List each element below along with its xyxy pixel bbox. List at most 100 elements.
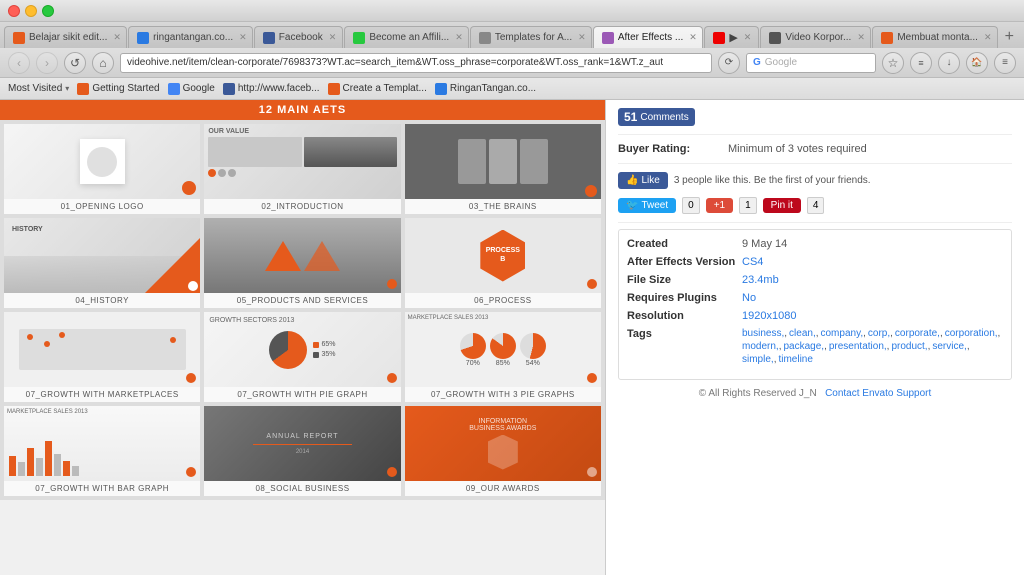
grid-label-11: 08_SOCIAL BUSINESS — [204, 481, 400, 496]
tab-after-effects[interactable]: After Effects ... ✕ — [593, 26, 703, 48]
grid-item-3[interactable]: 03_THE BRAINS — [405, 124, 601, 214]
version-value[interactable]: CS4 — [742, 256, 763, 268]
comments-count: 51 — [624, 110, 637, 124]
tab-membuat[interactable]: Membuat monta... ✕ — [872, 26, 997, 48]
thumbnail-3 — [405, 124, 601, 199]
grid-item-12[interactable]: INFORMATIONBUSINESS AWARDS 09_OUR AWARDS — [405, 406, 601, 496]
tab-close-icon[interactable]: ✕ — [578, 32, 586, 43]
maximize-button[interactable] — [42, 5, 54, 17]
bookmark-facebook[interactable]: http://www.faceb... — [223, 83, 320, 95]
tab-label: Templates for A... — [495, 32, 572, 43]
filesize-value[interactable]: 23.4mb — [742, 274, 779, 286]
tab-close-icon[interactable]: ✕ — [744, 32, 752, 43]
bookmark-most-visited[interactable]: Most Visited ▾ — [8, 83, 69, 94]
plugins-value[interactable]: No — [742, 292, 756, 304]
grid-item-7[interactable]: 07_GROWTH WITH MARKETPLACES — [4, 312, 200, 402]
tab-label: Membuat monta... — [897, 32, 978, 43]
thumbnail-8: GROWTH SECTORS 2013 65% 35% — [204, 312, 400, 387]
home-button[interactable]: ⌂ — [92, 52, 114, 74]
grid-item-10[interactable]: MARKETPLACE SALES 2013 07_GROWTH WITH BA… — [4, 406, 200, 496]
back-button[interactable]: ‹ — [8, 52, 30, 74]
reader-icon[interactable]: ≡ — [910, 52, 932, 74]
nav-bar: ‹ › ↺ ⌂ videohive.net/item/clean-corpora… — [0, 48, 1024, 78]
tag-product[interactable]: product, — [891, 341, 930, 352]
tag-corp[interactable]: corp, — [868, 328, 893, 339]
pin-button[interactable]: Pin it — [763, 198, 801, 213]
refresh-icon[interactable]: ⟳ — [718, 52, 740, 74]
resolution-value[interactable]: 1920x1080 — [742, 310, 796, 322]
download-icon[interactable]: ↓ — [938, 52, 960, 74]
bookmark-ringan[interactable]: RinganTangan.co... — [435, 83, 536, 95]
tab-belajar[interactable]: Belajar sikit edit... ✕ — [4, 26, 127, 48]
grid-label-6: 06_PROCESS — [405, 293, 601, 308]
grid-item-8[interactable]: GROWTH SECTORS 2013 65% 35% 07_GROWTH WI… — [204, 312, 400, 402]
bookmark-create-template[interactable]: Create a Templat... — [328, 83, 427, 95]
bookmark-favicon — [435, 83, 447, 95]
tab-favicon — [353, 32, 365, 44]
tab-ringan[interactable]: ringantangan.co... ✕ — [128, 26, 253, 48]
tab-close-icon[interactable]: ✕ — [239, 32, 247, 43]
grid-item-11[interactable]: ANNUAL REPORT 2014 08_SOCIAL BUSINESS — [204, 406, 400, 496]
tab-favicon — [881, 32, 893, 44]
thumbnail-12: INFORMATIONBUSINESS AWARDS — [405, 406, 601, 481]
tab-close-icon[interactable]: ✕ — [113, 32, 121, 43]
tag-simple[interactable]: simple, — [742, 354, 776, 365]
search-bar[interactable]: G Google — [746, 53, 876, 73]
tweet-icon: 🐦 — [626, 200, 638, 211]
bookmark-label: http://www.faceb... — [238, 83, 320, 94]
reload-button[interactable]: ↺ — [64, 52, 86, 74]
buyer-rating-value: Minimum of 3 votes required — [728, 143, 867, 155]
gplus-button[interactable]: +1 — [706, 198, 733, 213]
tab-become[interactable]: Become an Affili... ✕ — [344, 26, 469, 48]
tweet-label: Tweet — [641, 200, 668, 211]
tag-clean[interactable]: clean, — [789, 328, 818, 339]
tag-business[interactable]: business, — [742, 328, 787, 339]
comments-badge[interactable]: 51 Comments — [618, 108, 695, 126]
new-tab-button[interactable]: + — [999, 26, 1020, 48]
tab-close-icon[interactable]: ✕ — [455, 32, 463, 43]
grid-item-4[interactable]: HISTORY 04_HISTORY — [4, 218, 200, 308]
tab-close-icon[interactable]: ✕ — [984, 32, 992, 43]
tag-corporation[interactable]: corporation, — [945, 328, 1001, 339]
close-button[interactable] — [8, 5, 20, 17]
grid-item-1[interactable]: 01_OPENING LOGO — [4, 124, 200, 214]
tag-timeline[interactable]: timeline — [778, 354, 812, 365]
grid-item-2[interactable]: OUR VALUE 02_INTRODUCTION — [204, 124, 400, 214]
tag-corporate[interactable]: corporate, — [895, 328, 943, 339]
tab-video-corp[interactable]: Video Korpor... ✕ — [760, 26, 871, 48]
address-bar[interactable]: videohive.net/item/clean-corporate/76983… — [120, 53, 712, 73]
tag-package[interactable]: package, — [783, 341, 826, 352]
bookmarks-icon[interactable]: ☆ — [882, 52, 904, 74]
contact-envato-link[interactable]: Contact Envato Support — [825, 388, 931, 399]
tab-youtube[interactable]: ▶ ✕ — [704, 26, 759, 48]
tweet-button[interactable]: 🐦 Tweet — [618, 198, 676, 213]
tab-facebook[interactable]: Facebook ✕ — [254, 26, 344, 48]
tab-templates[interactable]: Templates for A... ✕ — [470, 26, 592, 48]
facebook-like-button[interactable]: 👍 Like — [618, 172, 668, 189]
grid-label-4: 04_HISTORY — [4, 293, 200, 308]
tab-label: Facebook — [279, 32, 323, 43]
tab-favicon — [137, 32, 149, 44]
grid-label-3: 03_THE BRAINS — [405, 199, 601, 214]
minimize-button[interactable] — [25, 5, 37, 17]
grid-item-5[interactable]: 05_PRODUCTS AND SERVICES — [204, 218, 400, 308]
forward-button[interactable]: › — [36, 52, 58, 74]
tag-modern[interactable]: modern, — [742, 341, 781, 352]
bookmark-google[interactable]: Google — [168, 83, 215, 95]
menu-icon[interactable]: ≡ — [994, 52, 1016, 74]
tag-service[interactable]: service, — [932, 341, 969, 352]
tags-container: business, clean, company, corp, corporat… — [742, 328, 1003, 365]
tab-close-icon[interactable]: ✕ — [857, 32, 865, 43]
tag-company[interactable]: company, — [821, 328, 866, 339]
version-label: After Effects Version — [627, 256, 742, 268]
tab-close-icon[interactable]: ✕ — [689, 32, 697, 43]
bookmark-getting-started[interactable]: Getting Started — [77, 83, 159, 95]
grid-item-9[interactable]: MARKETPLACE SALES 2013 70% 85% 54% — [405, 312, 601, 402]
home-icon[interactable]: 🏠 — [966, 52, 988, 74]
tab-close-icon[interactable]: ✕ — [329, 32, 337, 43]
bookmark-label: Google — [183, 83, 215, 94]
version-row: After Effects Version CS4 — [627, 256, 1003, 268]
thumbnail-11: ANNUAL REPORT 2014 — [204, 406, 400, 481]
tag-presentation[interactable]: presentation, — [829, 341, 890, 352]
grid-item-6[interactable]: PROCESSB 06_PROCESS — [405, 218, 601, 308]
